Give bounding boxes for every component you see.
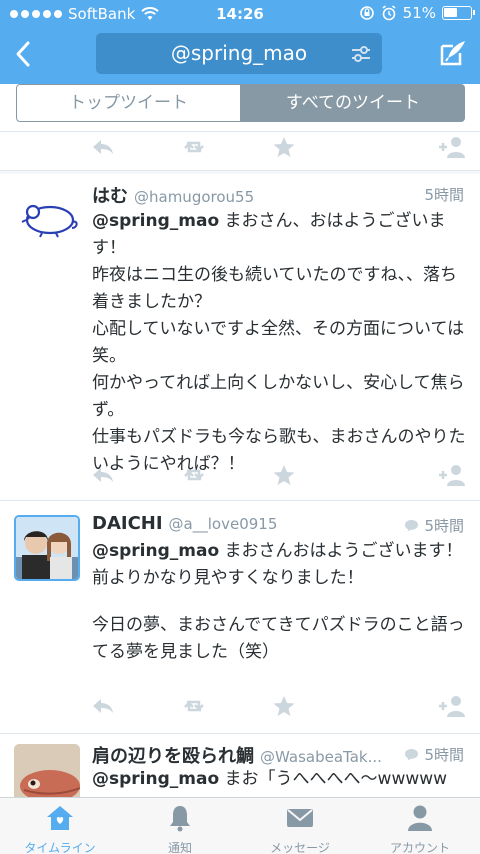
tweet-line: 何かやってれば上向くしかないし、安心して焦らず。 xyxy=(92,373,465,420)
conversation-icon xyxy=(405,520,419,532)
tweet-time-text: 5時間 xyxy=(424,746,464,764)
tweet-author-name[interactable]: はむ xyxy=(92,186,128,207)
retweet-icon[interactable] xyxy=(181,695,207,717)
bell-icon xyxy=(170,806,190,832)
follow-icon[interactable] xyxy=(438,695,466,717)
tweet-author-handle[interactable]: @hamugorou55 xyxy=(134,188,254,206)
tweet-author-handle[interactable]: @a__love0915 xyxy=(169,515,278,533)
tweet-text: @spring_mao まおさんおはようございます！ 前よりかなり見やすくなりま… xyxy=(92,538,470,666)
compose-button[interactable] xyxy=(438,38,468,68)
back-button[interactable] xyxy=(10,36,40,72)
favorite-icon[interactable] xyxy=(271,464,297,486)
compose-icon xyxy=(440,41,465,66)
tweet-timestamp: 5時間 xyxy=(404,515,464,536)
tweet-item[interactable]: はむ @hamugorou55 5時間 @spring_mao まおさん、おはよう… xyxy=(0,174,480,500)
tweet-text: @spring_mao まお「うへへへへ〜wwwww xyxy=(92,766,470,793)
favorite-icon[interactable] xyxy=(271,136,297,158)
reply-icon[interactable] xyxy=(90,136,116,158)
segmented-control: トップツイート すべてのツイート xyxy=(0,84,480,132)
favorite-icon[interactable] xyxy=(271,695,297,717)
screen: SoftBank 14:26 51% @spring_mao トップツイート す… xyxy=(0,0,480,854)
tweet-header: DAICHI @a__love0915 5時間 xyxy=(92,513,464,539)
reply-icon[interactable] xyxy=(90,464,116,486)
rotation-lock-icon xyxy=(359,6,374,20)
tab-account[interactable]: アカウント xyxy=(360,804,480,854)
tweet-time-text: 5時間 xyxy=(424,517,464,535)
tab-label: タイムライン xyxy=(24,841,96,854)
alarm-icon xyxy=(382,5,396,21)
tweet-actions xyxy=(0,132,480,162)
battery-icon xyxy=(442,6,475,20)
avatar[interactable] xyxy=(14,744,80,797)
mention-link[interactable]: @spring_mao xyxy=(92,211,219,231)
tab-label: メッセージ xyxy=(270,841,330,854)
divider xyxy=(0,170,480,171)
tweet-author-name[interactable]: DAICHI xyxy=(92,513,163,534)
retweet-icon[interactable] xyxy=(181,464,207,486)
retweet-icon[interactable] xyxy=(181,136,207,158)
tweet-text: @spring_mao まおさん、おはようございます！ 昨夜はニコ生の後も続いて… xyxy=(92,208,470,478)
tab-bar: タイムライン 通知 メッセージ アカウント xyxy=(0,797,480,854)
tab-notifications[interactable]: 通知 xyxy=(120,804,240,854)
tab-timeline[interactable]: タイムライン xyxy=(0,804,120,854)
tab-label: 通知 xyxy=(167,841,192,854)
battery-percent: 51% xyxy=(402,4,436,22)
search-title-box[interactable]: @spring_mao xyxy=(96,33,382,74)
tweet-timestamp: 5時間 xyxy=(424,184,464,205)
reply-icon[interactable] xyxy=(90,695,116,717)
tweet-actions xyxy=(0,460,480,490)
tweet-header: はむ @hamugorou55 5時間 xyxy=(92,182,464,208)
envelope-icon xyxy=(287,809,313,827)
tweet-line: 心配していないですよ全然、その方面については笑。 xyxy=(92,319,465,366)
battery-info: 51% xyxy=(359,4,475,22)
tab-top-tweets[interactable]: トップツイート xyxy=(16,84,241,122)
tab-messages[interactable]: メッセージ xyxy=(240,804,360,854)
avatar[interactable] xyxy=(14,184,80,250)
tweet-author-name[interactable]: 肩の辺りを殴られ鯛 xyxy=(92,746,254,767)
tweet-item[interactable]: DAICHI @a__love0915 5時間 @spring_mao まおさんお… xyxy=(0,501,480,733)
person-icon xyxy=(408,805,432,831)
tweet-line: 前よりかなり見やすくなりました！ xyxy=(92,568,364,588)
mention-link[interactable]: @spring_mao xyxy=(92,769,219,789)
chevron-left-icon xyxy=(16,41,30,67)
tweet-line: 今日の夢、まおさんでてきてパズドラのこと語ってる夢を見ました（笑） xyxy=(92,615,465,662)
conversation-icon xyxy=(405,749,419,761)
home-icon xyxy=(47,806,73,830)
filter-icon[interactable] xyxy=(350,43,372,65)
follow-icon[interactable] xyxy=(438,136,466,158)
tweet-line: 昨夜はニコ生の後も続いていたのですね、、落ち着きましたか？ xyxy=(92,265,457,312)
photo-avatar xyxy=(16,517,78,579)
tweet-line: まおさんおはようございます！ xyxy=(219,541,463,561)
status-bar: SoftBank 14:26 51% xyxy=(0,0,480,28)
fish-photo-avatar xyxy=(14,744,80,797)
tab-all-tweets[interactable]: すべてのツイート xyxy=(241,84,465,122)
navigation-bar: SoftBank 14:26 51% @spring_mao xyxy=(0,0,480,84)
mention-link[interactable]: @spring_mao xyxy=(92,541,219,561)
page-title: @spring_mao xyxy=(170,41,308,65)
mouse-avatar-icon xyxy=(14,184,80,250)
tweet-line: まお「うへへへへ〜wwwww xyxy=(219,769,448,789)
tab-label: アカウント xyxy=(389,841,450,854)
tweet-header: 肩の辺りを殴られ鯛 @WasabeaTak... 5時間 xyxy=(92,742,464,768)
tweet-actions xyxy=(0,691,480,721)
avatar[interactable] xyxy=(14,515,80,581)
tweet-time-text: 5時間 xyxy=(424,186,464,204)
tweet-timestamp: 5時間 xyxy=(404,744,464,765)
follow-icon[interactable] xyxy=(438,464,466,486)
tweet-item[interactable]: 肩の辺りを殴られ鯛 @WasabeaTak... 5時間 @spring_mao … xyxy=(0,734,480,797)
tweet-author-handle[interactable]: @WasabeaTak... xyxy=(260,748,382,766)
